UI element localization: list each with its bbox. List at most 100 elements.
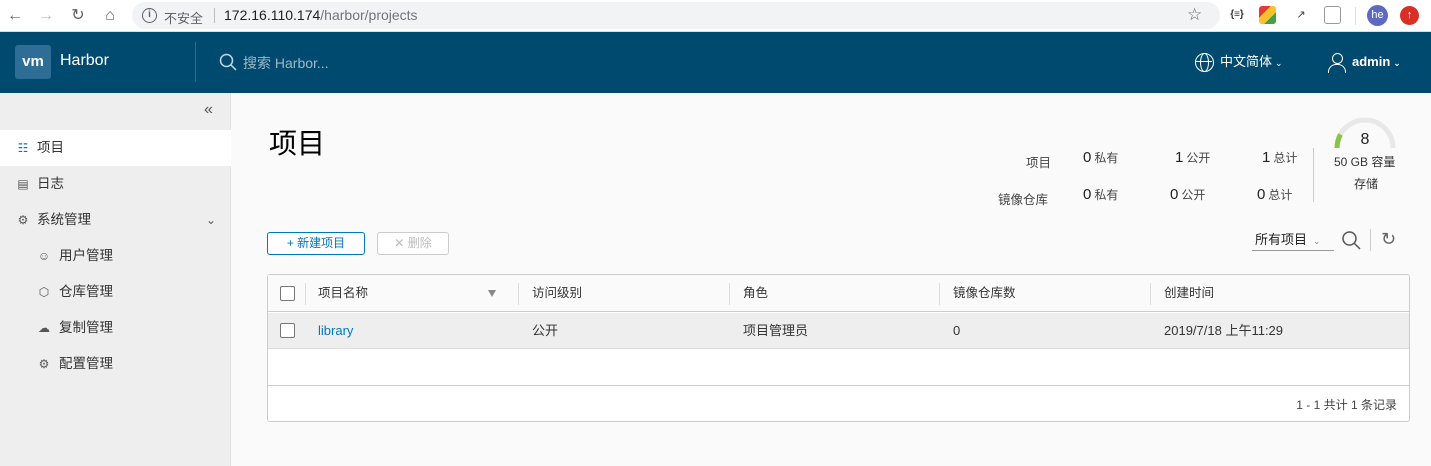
delete-label: 删除 [407, 236, 432, 250]
column-divider [939, 283, 940, 305]
stat-unit: 私有 [1094, 151, 1119, 165]
row-checkbox[interactable] [280, 323, 295, 338]
info-icon[interactable]: i [142, 8, 157, 23]
collapse-sidebar-icon[interactable]: « [204, 101, 213, 119]
sidebar-item-label: 日志 [37, 176, 64, 191]
address-bar[interactable]: i 不安全 172.16.110.174/harbor/projects ☆ [132, 2, 1220, 29]
json-extension-icon[interactable]: {≡} [1227, 6, 1247, 24]
storage-label: 存储 [1354, 177, 1379, 191]
chevron-down-icon: ⌄ [1275, 57, 1283, 68]
stat-value: 0 [1257, 186, 1266, 203]
stat-value: 1 [1175, 149, 1184, 166]
stat-unit: 公开 [1186, 151, 1211, 165]
color-extension-icon[interactable] [1259, 6, 1276, 24]
column-header-role[interactable]: 角色 [743, 275, 768, 312]
stat-value: 0 [1083, 149, 1092, 166]
home-icon[interactable]: ⌂ [100, 6, 120, 26]
url-host: 172.16.110.174 [224, 7, 321, 23]
stat-projects-private: 0 私有 [1083, 149, 1118, 166]
select-all-checkbox[interactable] [280, 286, 295, 301]
refresh-icon[interactable]: ↻ [1381, 229, 1396, 250]
globe-icon [1195, 53, 1214, 73]
chart-extension-icon[interactable]: ↗ [1292, 6, 1310, 24]
access-level: 公开 [532, 323, 559, 338]
stat-value: 0 [1170, 186, 1179, 203]
box-extension-icon[interactable] [1324, 6, 1341, 24]
sidebar-item-label: 用户管理 [59, 248, 113, 263]
table-row[interactable]: library 公开 项目管理员 0 2019/7/18 上午11:29 [268, 313, 1409, 349]
header-divider [195, 42, 196, 82]
new-project-button[interactable]: + 新建项目 [267, 232, 365, 255]
repo-count: 0 [953, 323, 961, 338]
column-header-created[interactable]: 创建时间 [1164, 275, 1214, 312]
language-selector[interactable]: 中文简体 ⌄ [1195, 50, 1283, 74]
admin-icon: ⚙ [17, 213, 29, 227]
column-divider [729, 283, 730, 305]
column-header-access[interactable]: 访问级别 [532, 275, 582, 312]
delete-button[interactable]: ✕ 删除 [377, 232, 449, 255]
url-divider [214, 8, 215, 23]
profile-avatar[interactable]: he [1367, 5, 1388, 26]
stat-unit: 总计 [1273, 151, 1298, 165]
column-divider [305, 283, 306, 305]
sidebar-item-projects[interactable]: ☷ 项目 [0, 130, 231, 166]
sidebar-item-label: 仓库管理 [59, 284, 113, 299]
column-header-label: 项目名称 [318, 286, 369, 300]
stat-repos-public: 0 公开 [1170, 186, 1205, 203]
filter-icon[interactable] [488, 290, 496, 297]
project-name-link[interactable]: library [318, 313, 353, 349]
bookmark-star-icon[interactable]: ☆ [1187, 5, 1202, 25]
stat-unit: 公开 [1181, 188, 1206, 202]
registry-icon: ⬡ [38, 285, 50, 299]
storage-count: 8 [1360, 131, 1370, 148]
stat-projects-total: 1 总计 [1262, 149, 1297, 166]
brand-name[interactable]: Harbor [60, 52, 109, 70]
sidebar-item-administration[interactable]: ⚙ 系统管理 ⌄ [0, 202, 231, 238]
global-search-input[interactable] [243, 52, 543, 74]
sidebar-item-label: 复制管理 [59, 320, 113, 335]
sidebar: « ☷ 项目 ▤ 日志 ⚙ 系统管理 ⌄ ☺ 用户管理 ⬡ 仓库管理 ☁ 复制管… [0, 93, 231, 466]
toolbar-divider [1370, 229, 1371, 251]
config-icon: ⚙ [38, 357, 50, 371]
user-menu[interactable]: admin ⌄ [1328, 50, 1401, 74]
search-icon[interactable] [1341, 230, 1361, 250]
forward-icon[interactable]: → [36, 6, 56, 26]
replication-icon: ☁ [38, 321, 50, 335]
stat-value: 1 [1262, 149, 1271, 166]
vmware-logo[interactable]: vm [15, 45, 51, 79]
sidebar-item-label: 项目 [37, 140, 64, 155]
chevron-down-icon[interactable]: ⌄ [206, 202, 216, 238]
stat-repos-label: 镜像仓库 [998, 193, 1049, 207]
filter-value: 所有项目 [1255, 232, 1308, 247]
sidebar-item-registries[interactable]: ⬡ 仓库管理 [0, 274, 231, 310]
column-divider [1150, 283, 1151, 305]
column-header-repo-count[interactable]: 镜像仓库数 [953, 275, 1016, 312]
sidebar-item-configuration[interactable]: ⚙ 配置管理 [0, 346, 231, 382]
column-divider [518, 283, 519, 305]
stat-projects-public: 1 公开 [1175, 149, 1210, 166]
projects-table: 项目名称 访问级别 角色 镜像仓库数 创建时间 library 公开 项目管理员… [267, 274, 1410, 422]
sidebar-item-logs[interactable]: ▤ 日志 [0, 166, 231, 202]
projects-icon: ☷ [17, 141, 29, 155]
storage-capacity: 50 GB 容量 [1334, 155, 1396, 169]
stats-divider [1313, 148, 1314, 202]
logs-icon: ▤ [17, 177, 29, 191]
sidebar-item-replication[interactable]: ☁ 复制管理 [0, 310, 231, 346]
url-text[interactable]: 172.16.110.174/harbor/projects [224, 7, 418, 23]
sidebar-item-users[interactable]: ☺ 用户管理 [0, 238, 231, 274]
creation-time: 2019/7/18 上午11:29 [1164, 323, 1284, 338]
chevron-down-icon: ⌄ [1313, 235, 1321, 246]
update-icon[interactable]: ↑ [1400, 6, 1419, 25]
language-label: 中文简体 [1220, 54, 1273, 69]
stat-repos-private: 0 私有 [1083, 186, 1118, 203]
pagination-summary: 1 - 1 共计 1 条记录 [1296, 398, 1397, 412]
project-filter-select[interactable]: 所有项目 ⌄ [1252, 229, 1334, 251]
toolbar-divider [1355, 7, 1356, 25]
users-icon: ☺ [37, 249, 51, 263]
reload-icon[interactable]: ↻ [68, 6, 88, 26]
browser-toolbar: ← → ↻ ⌂ i 不安全 172.16.110.174/harbor/proj… [0, 0, 1431, 32]
column-header-name[interactable]: 项目名称 [318, 275, 496, 312]
back-icon[interactable]: ← [5, 6, 25, 26]
user-icon [1328, 52, 1346, 73]
sidebar-item-label: 配置管理 [59, 356, 113, 371]
